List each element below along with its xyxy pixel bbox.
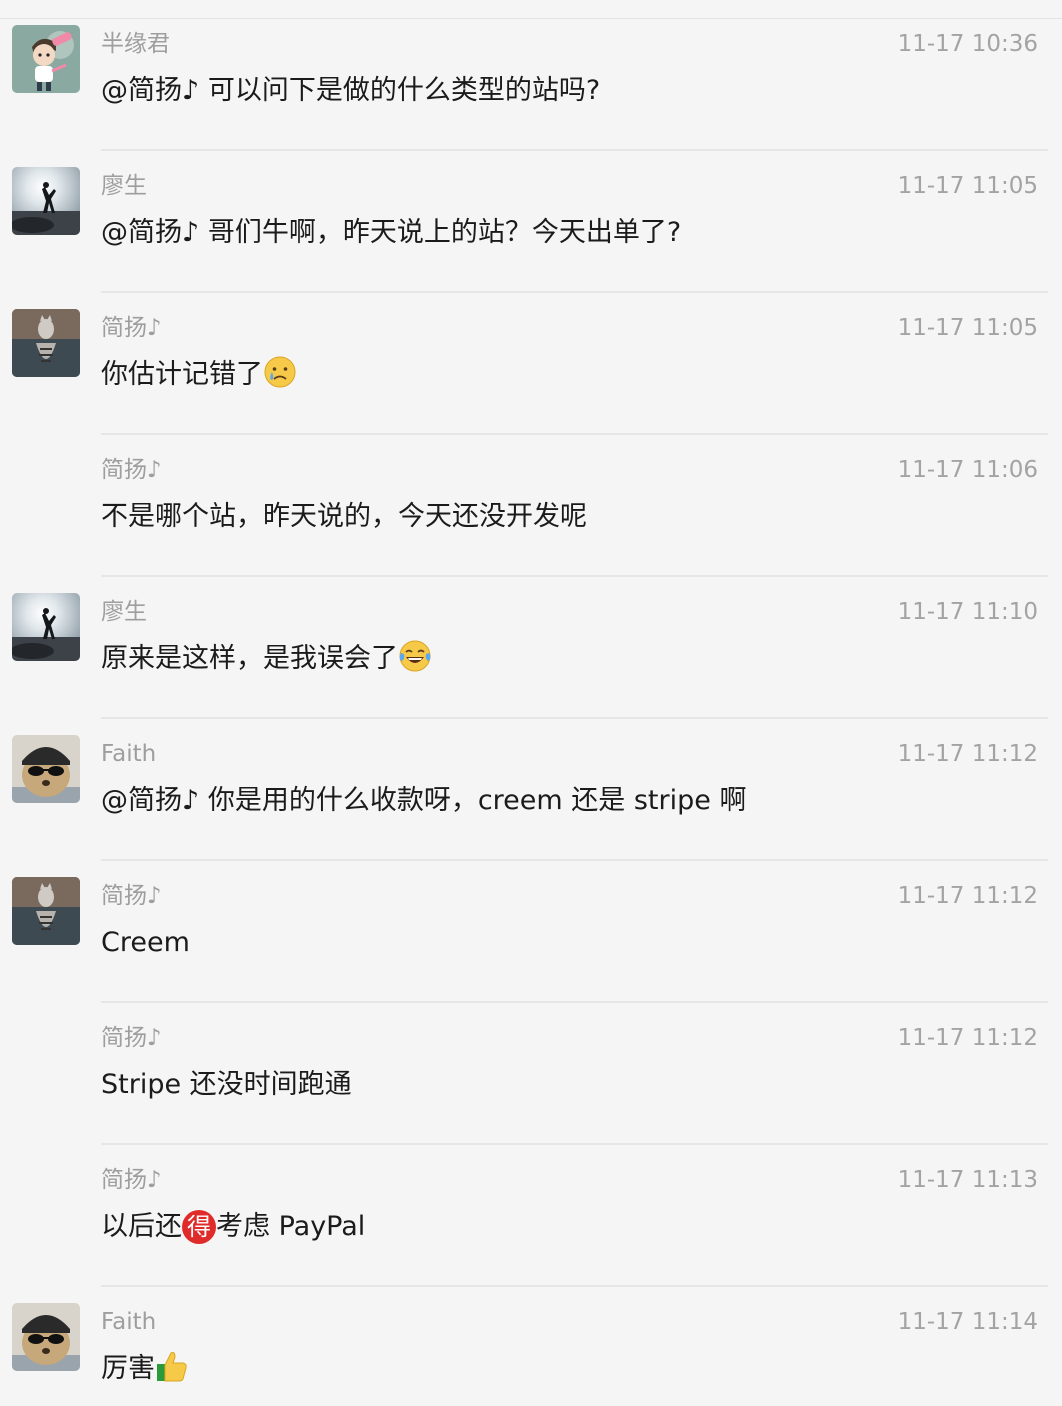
message-text: 厉害 <box>101 1353 155 1384</box>
message-text: @简扬♪ 可以问下是做的什么类型的站吗? <box>101 75 601 106</box>
timestamp: 11-17 11:12 <box>897 883 1038 909</box>
sender-name[interactable]: 半缘君 <box>101 29 170 59</box>
cartoon-boy-avatar[interactable] <box>12 25 80 93</box>
sender-name[interactable]: 简扬♪ <box>101 1165 162 1195</box>
chat-message[interactable]: 简扬♪ 11-17 11:12 Stripe 还没时间跑通 <box>0 1003 1062 1145</box>
message-text: Stripe 还没时间跑通 <box>101 1069 352 1100</box>
cat-tiger-reflection-avatar[interactable] <box>12 309 80 377</box>
message-text: @简扬♪ 你是用的什么收款呀，creem 还是 stripe 啊 <box>101 785 747 816</box>
sender-name[interactable]: 简扬♪ <box>101 1023 162 1053</box>
timestamp: 11-17 10:36 <box>897 31 1038 57</box>
message-text: Creem <box>101 927 190 958</box>
chat-message[interactable]: 简扬♪ 11-17 11:12 Creem <box>0 861 1062 1003</box>
message-text-container: 你估计记错了 <box>101 355 297 395</box>
timestamp: 11-17 11:12 <box>897 1025 1038 1051</box>
message-text: @简扬♪ 哥们牛啊，昨天说上的站？今天出单了? <box>101 217 682 248</box>
de-badge-emoji: 得 <box>182 1210 216 1244</box>
timestamp: 11-17 11:14 <box>897 1309 1038 1335</box>
sender-name[interactable]: 简扬♪ <box>101 313 162 343</box>
message-text-container: 原来是这样，是我误会了 <box>101 639 432 679</box>
timestamp: 11-17 11:05 <box>897 173 1038 199</box>
tears-of-joy-emoji <box>398 639 432 673</box>
chat-message[interactable]: Faith 11-17 11:12 @简扬♪ 你是用的什么收款呀，creem 还… <box>0 719 1062 861</box>
chat-message[interactable]: 半缘君 11-17 10:36 @简扬♪ 可以问下是做的什么类型的站吗? <box>0 9 1062 151</box>
beach-silhouette-avatar[interactable] <box>12 593 80 661</box>
message-text-before: 以后还 <box>101 1211 182 1242</box>
sender-name[interactable]: 简扬♪ <box>101 881 162 911</box>
timestamp: 11-17 11:05 <box>897 315 1038 341</box>
chat-message[interactable]: 廖生 11-17 11:05 @简扬♪ 哥们牛啊，昨天说上的站？今天出单了? <box>0 151 1062 293</box>
thumbs-up-emoji <box>155 1349 189 1383</box>
timestamp: 11-17 11:13 <box>897 1167 1038 1193</box>
message-text-after: 考虑 PayPal <box>216 1211 366 1242</box>
sender-name[interactable]: 简扬♪ <box>101 455 162 485</box>
chat-message[interactable]: 廖生 11-17 11:10 原来是这样，是我误会了 <box>0 577 1062 719</box>
timestamp: 11-17 11:06 <box>897 457 1038 483</box>
timestamp: 11-17 11:12 <box>897 741 1038 767</box>
beach-silhouette-avatar[interactable] <box>12 167 80 235</box>
timestamp: 11-17 11:10 <box>897 599 1038 625</box>
crying-face-emoji <box>263 355 297 389</box>
dog-sunglasses-avatar[interactable] <box>12 735 80 803</box>
chat-message[interactable]: 简扬♪ 11-17 11:05 你估计记错了 <box>0 293 1062 435</box>
message-text: 原来是这样，是我误会了 <box>101 643 398 674</box>
cat-tiger-reflection-avatar[interactable] <box>12 877 80 945</box>
sender-name[interactable]: 廖生 <box>101 171 147 201</box>
message-text-container: 厉害 <box>101 1349 189 1389</box>
sender-name[interactable]: 廖生 <box>101 597 147 627</box>
message-text-container: 以后还得考虑 PayPal <box>101 1207 365 1247</box>
chat-message[interactable]: 简扬♪ 11-17 11:13 以后还得考虑 PayPal <box>0 1145 1062 1287</box>
sender-name[interactable]: Faith <box>101 739 156 769</box>
sender-name[interactable]: Faith <box>101 1307 156 1337</box>
chat-message[interactable]: Faith 11-17 11:14 厉害 <box>0 1287 1062 1406</box>
chat-message[interactable]: 简扬♪ 11-17 11:06 不是哪个站，昨天说的，今天还没开发呢 <box>0 435 1062 577</box>
message-text: 你估计记错了 <box>101 359 263 390</box>
dog-sunglasses-avatar[interactable] <box>12 1303 80 1371</box>
message-text: 不是哪个站，昨天说的，今天还没开发呢 <box>101 501 587 532</box>
